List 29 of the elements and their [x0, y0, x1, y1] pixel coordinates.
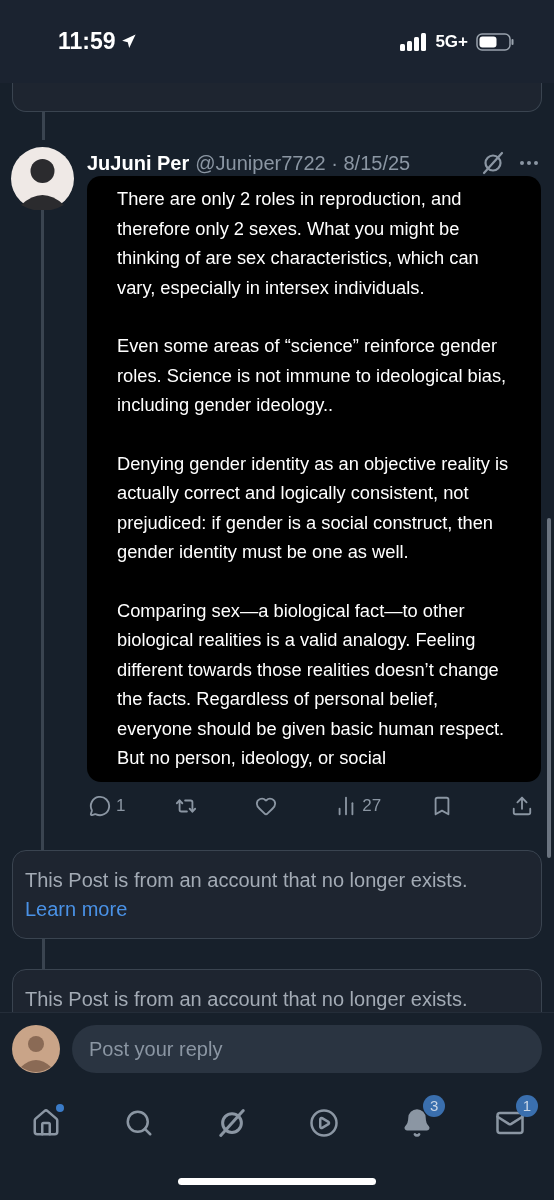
author-name[interactable]: JuJuni Per: [87, 151, 190, 175]
reply-field[interactable]: Post your reply: [72, 1025, 542, 1073]
count-badge: 3: [423, 1094, 446, 1117]
status-time: 11:59: [58, 28, 137, 55]
post-paragraph: There are only 2 roles in reproduction, and therefore only 2 sexes. What you might be thinking of are sex characteristics, which can vary, especially in intersex individuals.: [117, 187, 480, 300]
slashed-circle-icon: [216, 1107, 247, 1138]
post-paragraph: Even some areas of “science” reinforce gender roles. Science is not immune to ideological bias, including gender ideology..: [117, 334, 508, 417]
play-icon: [309, 1107, 340, 1138]
network-label: 5G+: [435, 31, 468, 52]
home-icon: [31, 1107, 61, 1138]
author-handle: @Juniper7722 · 8/15/25: [195, 151, 411, 175]
speech-bubble-icon: [89, 795, 111, 817]
home-tab[interactable]: [30, 1106, 62, 1139]
user-avatar[interactable]: [12, 1025, 60, 1073]
heart-icon: [255, 795, 278, 817]
count-badge: 1: [516, 1094, 538, 1117]
slashed-circle-icon: [481, 151, 505, 175]
share-icon: [511, 795, 533, 817]
deleted-post-notice: This Post is from an account that no longer exists.: [25, 868, 469, 893]
post-paragraph: Comparing sex—a biological fact—to other biological realities is a valid analogy. Feeling different towards those realities doesn’t change the facts. Regardless of personal belief, everyone should be given basic human respect. But no person, ideology, or social: [117, 598, 506, 770]
learn-more-link[interactable]: Learn more: [25, 895, 128, 923]
views-button[interactable]: 27: [335, 795, 382, 817]
signal-icon: [400, 32, 428, 51]
avatar[interactable]: [11, 147, 74, 210]
post-paragraph: Denying gender identity as an objective reality is actually correct and logically consistent, not prejudiced: if gender is a social construct, then gender identity must be one as well.: [117, 451, 510, 564]
deleted-post-notice: This Post is from an account that no longer exists.: [25, 987, 469, 1012]
video-tab[interactable]: [308, 1106, 341, 1139]
reply-button[interactable]: 1: [89, 795, 126, 817]
battery-icon: [476, 32, 514, 51]
